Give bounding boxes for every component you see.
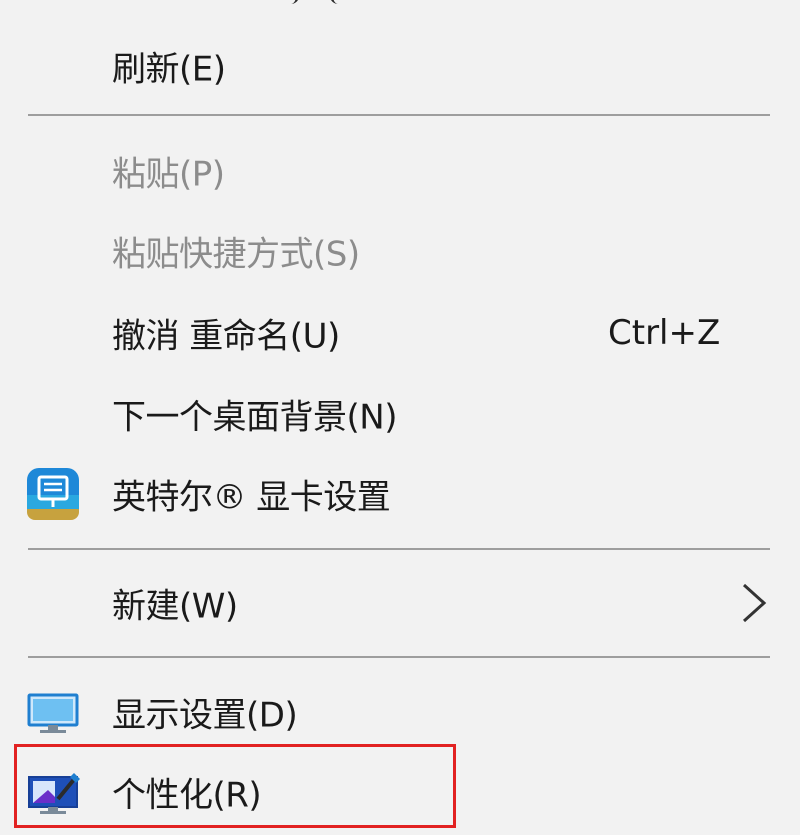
menu-item-label: 个性化(R): [112, 775, 262, 816]
menu-item-paste: 粘贴(P): [0, 131, 800, 211]
menu-item-personalize[interactable]: 个性化(R): [0, 752, 800, 832]
menu-item-new[interactable]: 新建(W): [0, 563, 800, 643]
menu-item-undo-rename[interactable]: 撤消 重命名(U) Ctrl+Z: [0, 293, 800, 373]
menu-item-next-desktop-background[interactable]: 下一个桌面背景(N): [0, 374, 800, 454]
menu-item-label: 粘贴(P): [112, 154, 225, 195]
menu-item-paste-shortcut: 粘贴快捷方式(S): [0, 211, 800, 291]
menu-item-shortcut: Ctrl+Z: [608, 313, 721, 353]
personalize-icon: [24, 763, 82, 821]
menu-separator: [28, 548, 770, 550]
menu-item-display-settings[interactable]: 显示设置(D): [0, 672, 800, 752]
menu-item-label: 英特尔® 显卡设置: [112, 477, 391, 518]
menu-item-label: 粘贴快捷方式(S): [112, 234, 360, 275]
menu-separator: [28, 114, 770, 116]
menu-item-label: 新建(W): [112, 586, 238, 627]
menu-item-label: 显示设置(D): [112, 695, 298, 736]
intel-graphics-icon: [24, 465, 82, 523]
menu-item-refresh[interactable]: 刷新(E): [0, 26, 800, 106]
display-settings-icon: [24, 683, 82, 741]
truncated-previous-item: [290, 0, 350, 6]
menu-separator: [28, 656, 770, 658]
context-menu: 刷新(E) 粘贴(P) 粘贴快捷方式(S) 撤消 重命名(U) Ctrl+Z 下…: [0, 0, 800, 835]
menu-item-label: 刷新(E): [112, 49, 226, 90]
chevron-right-icon: [736, 581, 770, 625]
menu-item-label: 撤消 重命名(U): [112, 316, 340, 357]
menu-item-label: 下一个桌面背景(N): [112, 397, 397, 438]
menu-item-intel-graphics-settings[interactable]: 英特尔® 显卡设置: [0, 454, 800, 534]
